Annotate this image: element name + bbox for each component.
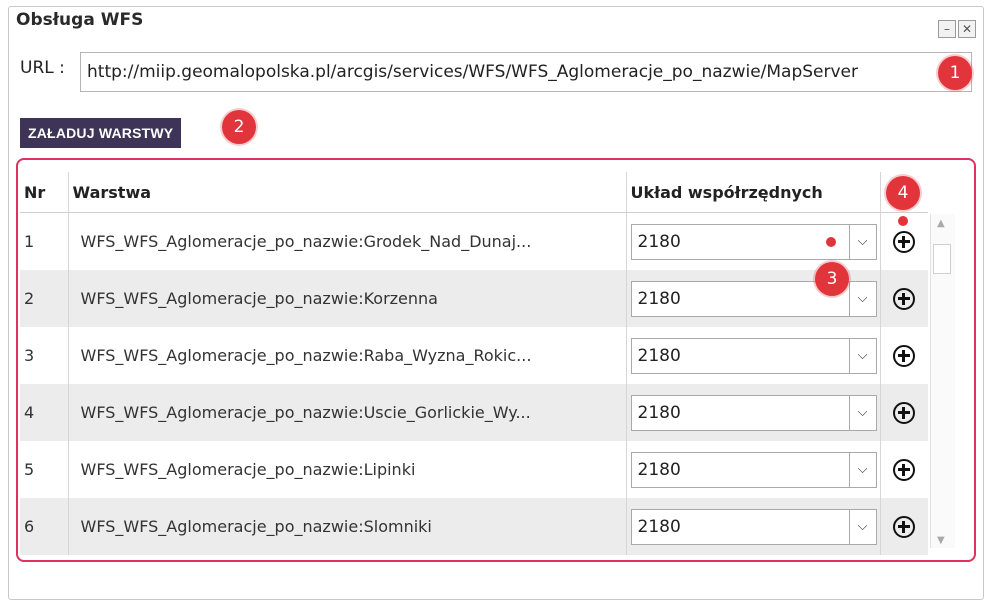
- row-layer-name: WFS_WFS_Aglomeracje_po_nazwie:Lipinki: [68, 441, 627, 498]
- row-nr: 6: [20, 498, 69, 555]
- plus-circle-icon[interactable]: [893, 287, 915, 310]
- scroll-up-icon[interactable]: ▲: [937, 218, 945, 229]
- layers-table: Nr Warstwa Układ współrzędnych 1 WFS_WFS…: [20, 172, 928, 558]
- table-row: 2 WFS_WFS_Aglomeracje_po_nazwie:Korzenna…: [20, 270, 928, 327]
- table-row: 4 WFS_WFS_Aglomeracje_po_nazwie:Uscie_Go…: [20, 384, 928, 441]
- crs-value: 2180: [637, 516, 681, 537]
- crs-select[interactable]: 2180 ⌵: [630, 451, 877, 488]
- crs-value: 2180: [637, 459, 681, 480]
- row-layer-name: WFS_WFS_Aglomeracje_po_nazwie:Uscie_Gorl…: [68, 384, 627, 441]
- annotation-pointer-dot: [826, 237, 836, 247]
- crs-select[interactable]: 2180 ⌵: [630, 394, 877, 431]
- plus-circle-icon[interactable]: [893, 344, 915, 367]
- chevron-down-icon[interactable]: ⌵: [848, 224, 876, 259]
- chevron-down-icon[interactable]: ⌵: [848, 452, 876, 487]
- plus-circle-icon[interactable]: [893, 458, 915, 481]
- chevron-down-icon[interactable]: ⌵: [848, 395, 876, 430]
- table-scrollbar[interactable]: ▲ ▼: [930, 214, 955, 548]
- annotation-badge-2: 2: [222, 110, 256, 144]
- crs-select[interactable]: 2180 ⌵: [630, 223, 877, 260]
- crs-value: 2180: [637, 402, 681, 423]
- crs-select[interactable]: 2180 ⌵: [630, 337, 877, 374]
- table-row: 5 WFS_WFS_Aglomeracje_po_nazwie:Lipinki …: [20, 441, 928, 498]
- crs-value: 2180: [637, 345, 681, 366]
- row-layer-name: WFS_WFS_Aglomeracje_po_nazwie:Raba_Wyzna…: [68, 327, 627, 384]
- minimize-button[interactable]: –: [938, 20, 956, 38]
- table-row: 3 WFS_WFS_Aglomeracje_po_nazwie:Raba_Wyz…: [20, 327, 928, 384]
- row-nr: 3: [20, 327, 69, 384]
- close-button[interactable]: ✕: [958, 20, 976, 38]
- chevron-down-icon[interactable]: ⌵: [848, 338, 876, 373]
- row-nr: 4: [20, 384, 69, 441]
- crs-value: 2180: [637, 231, 681, 252]
- table-row: 6 WFS_WFS_Aglomeracje_po_nazwie:Slomniki…: [20, 498, 928, 555]
- url-input[interactable]: http://miip.geomalopolska.pl/arcgis/serv…: [80, 52, 972, 92]
- chevron-down-icon[interactable]: ⌵: [848, 509, 876, 544]
- plus-circle-icon[interactable]: [893, 230, 915, 253]
- scroll-down-icon[interactable]: ▼: [937, 535, 945, 546]
- chevron-down-icon[interactable]: ⌵: [848, 281, 876, 316]
- plus-circle-icon[interactable]: [893, 401, 915, 424]
- row-nr: 2: [20, 270, 69, 327]
- header-crs: Układ współrzędnych: [626, 172, 881, 213]
- url-label: URL :: [20, 58, 65, 78]
- scroll-thumb[interactable]: [933, 244, 951, 274]
- row-nr: 1: [20, 212, 69, 270]
- row-layer-name: WFS_WFS_Aglomeracje_po_nazwie:Korzenna: [68, 270, 627, 327]
- header-layer: Warstwa: [68, 172, 627, 213]
- row-layer-name: WFS_WFS_Aglomeracje_po_nazwie:Grodek_Nad…: [68, 212, 627, 270]
- annotation-badge-1: 1: [938, 56, 972, 90]
- dialog-title: Obsługa WFS: [16, 10, 144, 30]
- row-nr: 5: [20, 441, 69, 498]
- header-nr: Nr: [20, 172, 69, 213]
- row-layer-name: WFS_WFS_Aglomeracje_po_nazwie:Slomniki: [68, 498, 627, 555]
- annotation-badge-4: 4: [886, 176, 920, 210]
- load-layers-button[interactable]: ZAŁADUJ WARSTWY: [20, 118, 182, 148]
- annotation-badge-3: 3: [815, 262, 849, 296]
- crs-select[interactable]: 2180 ⌵: [630, 508, 877, 545]
- plus-circle-icon[interactable]: [893, 515, 915, 538]
- annotation-pointer-dot: [898, 216, 908, 226]
- table-row: 1 WFS_WFS_Aglomeracje_po_nazwie:Grodek_N…: [20, 212, 928, 270]
